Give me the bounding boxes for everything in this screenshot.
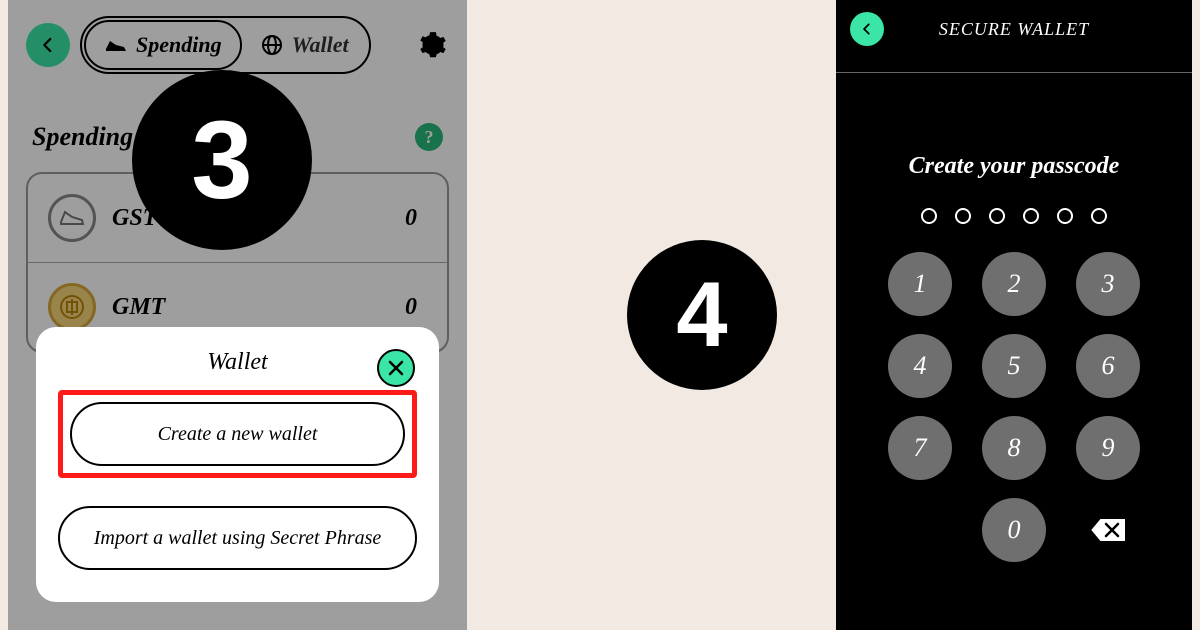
passcode-dot xyxy=(921,208,937,224)
key-6[interactable]: 6 xyxy=(1076,334,1140,398)
backspace-icon xyxy=(1088,516,1128,544)
passcode-dot xyxy=(1091,208,1107,224)
passcode-indicator xyxy=(836,208,1192,224)
create-wallet-button[interactable]: Create a new wallet xyxy=(70,402,405,466)
sheet-title: Wallet xyxy=(58,349,417,376)
right-header-title: SECURE WALLET xyxy=(850,19,1178,40)
right-header: SECURE WALLET xyxy=(836,0,1192,58)
divider xyxy=(836,72,1192,73)
step-badge-3: 3 xyxy=(132,70,312,250)
import-wallet-button[interactable]: Import a wallet using Secret Phrase xyxy=(58,506,417,570)
passcode-dot xyxy=(989,208,1005,224)
key-8[interactable]: 8 xyxy=(982,416,1046,480)
key-2[interactable]: 2 xyxy=(982,252,1046,316)
phone-right-screen: SECURE WALLET Create your passcode 1 2 3… xyxy=(836,0,1192,630)
keypad: 1 2 3 4 5 6 7 8 9 0 xyxy=(836,252,1192,562)
create-wallet-highlight: Create a new wallet xyxy=(58,390,417,478)
key-4[interactable]: 4 xyxy=(888,334,952,398)
passcode-dot xyxy=(955,208,971,224)
passcode-title: Create your passcode xyxy=(836,153,1192,180)
key-7[interactable]: 7 xyxy=(888,416,952,480)
key-blank xyxy=(888,498,952,562)
sheet-close-button[interactable] xyxy=(377,349,415,387)
key-9[interactable]: 9 xyxy=(1076,416,1140,480)
step-badge-4: 4 xyxy=(627,240,777,390)
key-0[interactable]: 0 xyxy=(982,498,1046,562)
key-1[interactable]: 1 xyxy=(888,252,952,316)
wallet-sheet: Wallet Create a new wallet Import a wall… xyxy=(36,327,439,602)
key-3[interactable]: 3 xyxy=(1076,252,1140,316)
phone-left-screen: Spending Wallet Spending Account ? GST 0 xyxy=(8,0,467,630)
key-delete[interactable] xyxy=(1076,498,1140,562)
close-icon xyxy=(388,360,404,376)
passcode-dot xyxy=(1057,208,1073,224)
passcode-dot xyxy=(1023,208,1039,224)
key-5[interactable]: 5 xyxy=(982,334,1046,398)
